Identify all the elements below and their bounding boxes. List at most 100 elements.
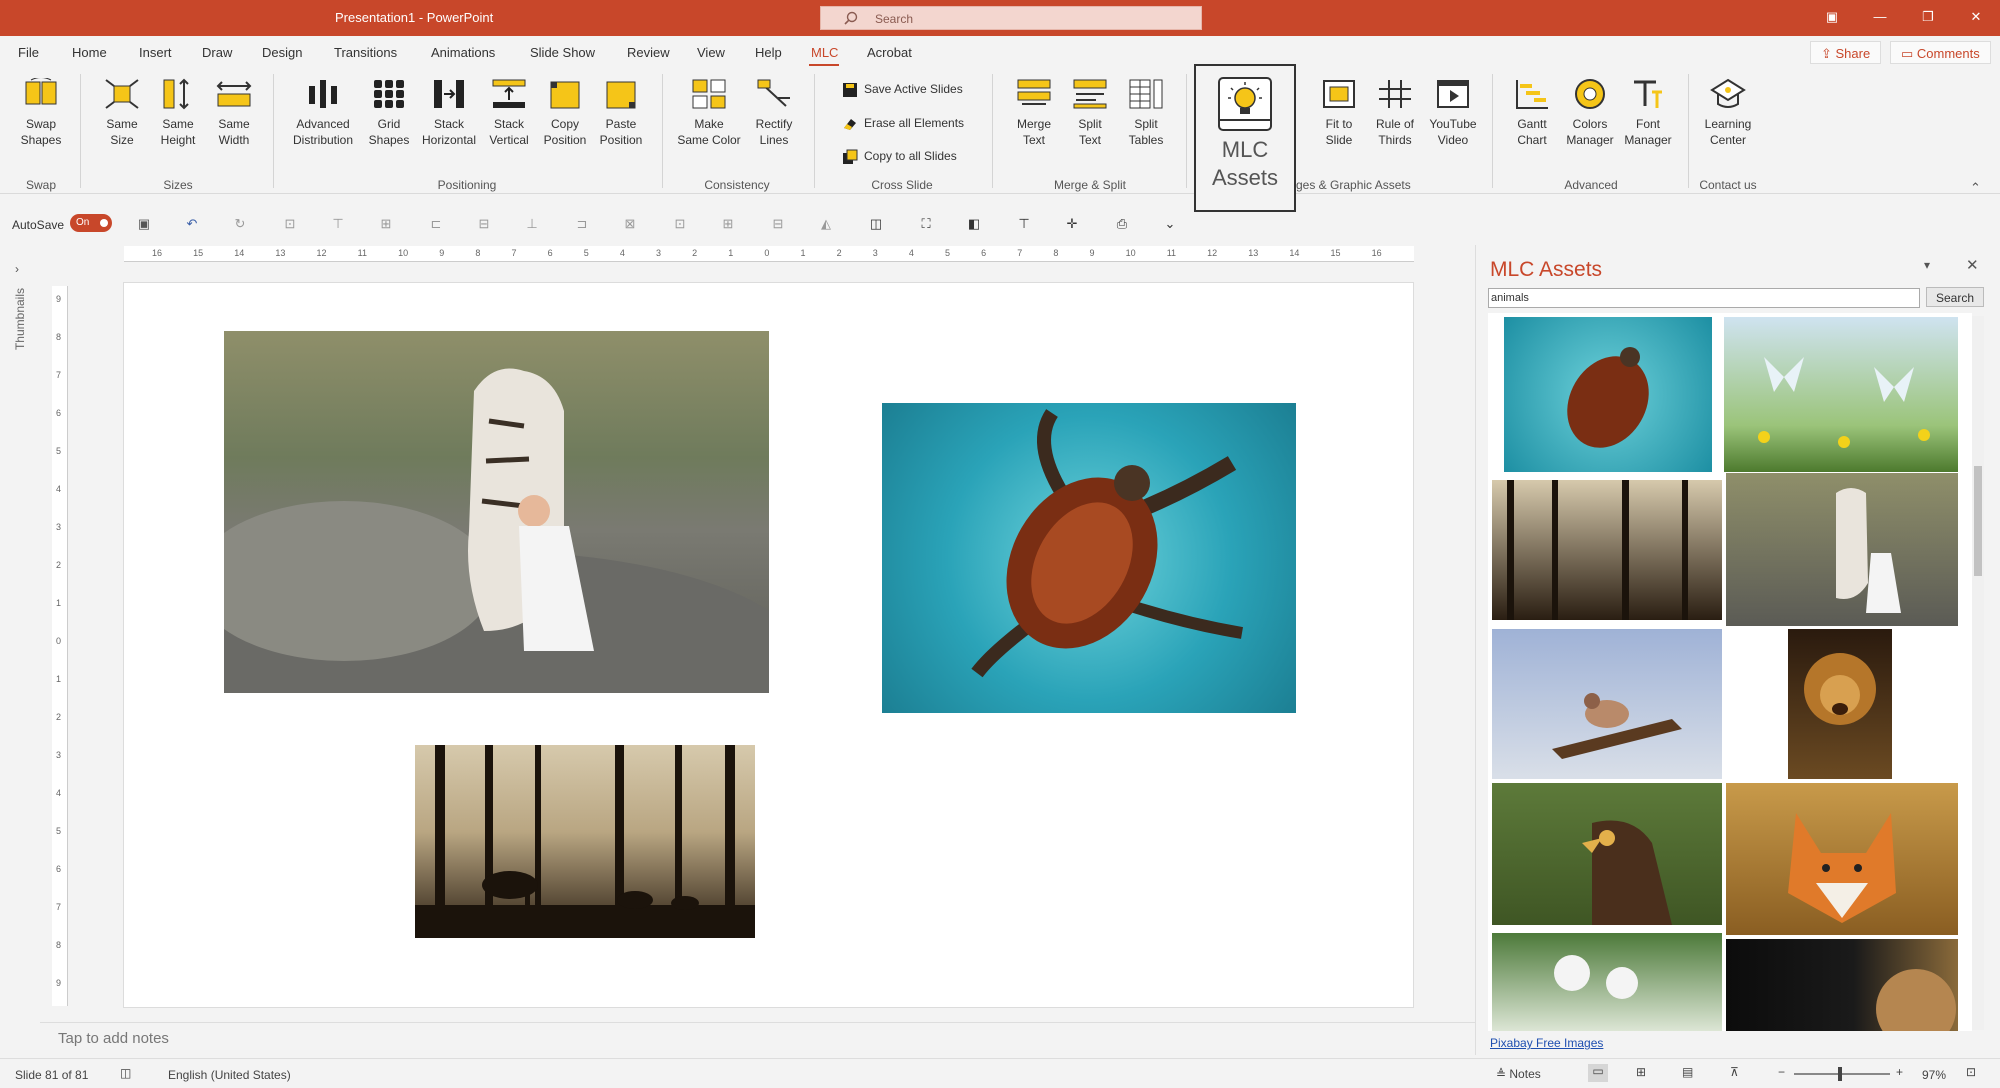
paste-position-button[interactable]: Paste Position: [594, 78, 648, 148]
tab-view[interactable]: View: [697, 45, 725, 60]
language-indicator[interactable]: English (United States): [168, 1068, 291, 1082]
asset-thumbnail[interactable]: [1726, 939, 1958, 1031]
zoom-out-icon[interactable]: −: [1778, 1065, 1785, 1079]
align-icon[interactable]: ⊤: [330, 216, 346, 232]
tiger-woman-image[interactable]: [224, 331, 769, 693]
slide-show-icon[interactable]: ⊼: [1730, 1065, 1739, 1079]
asset-thumbnail[interactable]: [1724, 317, 1958, 472]
tab-slide-show[interactable]: Slide Show: [530, 45, 595, 60]
align-icon[interactable]: ⊥: [524, 216, 540, 232]
undo-icon[interactable]: ↶: [184, 216, 200, 232]
fit-slide-icon[interactable]: ⊡: [1966, 1065, 1976, 1079]
notes-button[interactable]: ≜ Notes: [1496, 1067, 1541, 1081]
zoom-slider[interactable]: [1794, 1067, 1890, 1081]
stack-horizontal-button[interactable]: Stack Horizontal: [418, 78, 480, 148]
tab-transitions[interactable]: Transitions: [334, 45, 397, 60]
distribute-icon[interactable]: ⊡: [672, 216, 688, 232]
tab-draw[interactable]: Draw: [202, 45, 232, 60]
asset-thumbnail[interactable]: [1492, 933, 1722, 1031]
save-active-slides-button[interactable]: Save Active Slides: [842, 82, 963, 98]
tab-file[interactable]: File: [18, 45, 39, 60]
make-same-color-button[interactable]: Make Same Color: [674, 78, 744, 148]
print-icon[interactable]: ⎙: [1114, 216, 1130, 232]
tab-acrobat[interactable]: Acrobat: [867, 45, 912, 60]
crosshair-icon[interactable]: ✛: [1064, 216, 1080, 232]
expand-thumbnails-icon[interactable]: ›: [15, 262, 19, 276]
columns-icon[interactable]: ◫: [868, 216, 884, 232]
zoom-level[interactable]: 97%: [1922, 1068, 1946, 1082]
ungroup-icon[interactable]: ⊟: [770, 216, 786, 232]
restore-button[interactable]: ❐: [1918, 9, 1938, 27]
reading-view-icon[interactable]: ▤: [1682, 1065, 1693, 1079]
asset-thumbnail[interactable]: [1726, 473, 1958, 626]
asset-thumbnail[interactable]: [1726, 783, 1958, 935]
asset-thumbnail[interactable]: [1492, 480, 1722, 620]
share-button[interactable]: ⇪ Share: [1810, 41, 1882, 64]
deer-forest-image[interactable]: [415, 745, 755, 938]
mlc-assets-button[interactable]: MLC Assets: [1194, 64, 1296, 212]
tab-design[interactable]: Design: [262, 45, 302, 60]
fullscreen-icon[interactable]: ⛶: [918, 216, 934, 232]
asset-thumbnail[interactable]: [1504, 317, 1712, 472]
flip-icon[interactable]: ◧: [966, 216, 982, 232]
copy-position-button[interactable]: Copy Position: [538, 78, 592, 148]
align-icon[interactable]: ⊐: [574, 216, 590, 232]
fit-to-slide-button[interactable]: Fit to Slide: [1314, 78, 1364, 148]
tab-home[interactable]: Home: [72, 45, 107, 60]
collapse-ribbon-icon[interactable]: ⌃: [1970, 180, 1981, 196]
rectify-lines-button[interactable]: Rectify Lines: [748, 78, 800, 148]
gallery-scrollbar[interactable]: [1972, 316, 1984, 1030]
align-top-icon[interactable]: ⊤: [1016, 216, 1032, 232]
same-size-button[interactable]: Same Size: [96, 78, 148, 148]
align-icon[interactable]: ⊞: [378, 216, 394, 232]
same-height-button[interactable]: Same Height: [152, 78, 204, 148]
colors-manager-button[interactable]: Colors Manager: [1562, 78, 1618, 148]
distribute-icon[interactable]: ⊠: [622, 216, 638, 232]
swap-shapes-button[interactable]: Swap Shapes: [14, 78, 68, 148]
stack-vertical-button[interactable]: Stack Vertical: [484, 78, 534, 148]
erase-all-elements-button[interactable]: Erase all Elements: [842, 116, 964, 132]
redo-icon[interactable]: ↻: [232, 216, 248, 232]
search-input[interactable]: Search: [820, 6, 1202, 30]
split-tables-button[interactable]: Split Tables: [1120, 78, 1172, 148]
tab-mlc[interactable]: MLC: [811, 45, 838, 60]
tab-animations[interactable]: Animations: [431, 45, 495, 60]
advanced-distribution-button[interactable]: Advanced Distribution: [286, 78, 360, 148]
customize-qat-icon[interactable]: ⌄: [1162, 216, 1178, 232]
merge-text-button[interactable]: Merge Text: [1008, 78, 1060, 148]
align-icon[interactable]: ⊟: [476, 216, 492, 232]
accessibility-icon[interactable]: ◫: [120, 1066, 131, 1080]
asset-search-input[interactable]: [1488, 288, 1920, 308]
asset-thumbnail[interactable]: [1492, 783, 1722, 925]
font-manager-button[interactable]: Font Manager: [1620, 78, 1676, 148]
asset-thumbnail[interactable]: [1788, 629, 1892, 779]
zoom-in-icon[interactable]: +: [1896, 1065, 1903, 1079]
save-icon[interactable]: ▣: [136, 216, 152, 232]
copy-to-all-slides-button[interactable]: Copy to all Slides: [842, 149, 957, 165]
rule-of-thirds-button[interactable]: Rule of Thirds: [1370, 78, 1420, 148]
split-text-button[interactable]: Split Text: [1064, 78, 1116, 148]
youtube-video-button[interactable]: YouTube Video: [1426, 78, 1480, 148]
close-button[interactable]: ✕: [1966, 9, 1986, 27]
align-icon[interactable]: ⊏: [428, 216, 444, 232]
gantt-chart-button[interactable]: Gantt Chart: [1506, 78, 1558, 148]
pixabay-link[interactable]: Pixabay Free Images: [1490, 1036, 1603, 1050]
minimize-button[interactable]: —: [1870, 9, 1890, 27]
asset-search-button[interactable]: Search: [1926, 287, 1984, 307]
comments-button[interactable]: ▭ Comments: [1890, 41, 1991, 64]
autosave-toggle[interactable]: On: [70, 214, 112, 232]
close-panel-icon[interactable]: ✕: [1966, 256, 1979, 274]
same-width-button[interactable]: Same Width: [208, 78, 260, 148]
tab-insert[interactable]: Insert: [139, 45, 172, 60]
grid-shapes-button[interactable]: Grid Shapes: [364, 78, 414, 148]
group-icon[interactable]: ⊞: [720, 216, 736, 232]
tab-review[interactable]: Review: [627, 45, 670, 60]
tab-help[interactable]: Help: [755, 45, 782, 60]
notes-placeholder[interactable]: Tap to add notes: [58, 1030, 169, 1047]
learning-center-button[interactable]: Learning Center: [1696, 78, 1760, 148]
panel-options-icon[interactable]: ▾: [1924, 258, 1930, 272]
sea-turtle-image[interactable]: [882, 403, 1296, 713]
ribbon-display-icon[interactable]: ▣: [1822, 9, 1842, 27]
align-icon[interactable]: ⊡: [282, 216, 298, 232]
normal-view-icon[interactable]: ▭: [1588, 1064, 1608, 1082]
